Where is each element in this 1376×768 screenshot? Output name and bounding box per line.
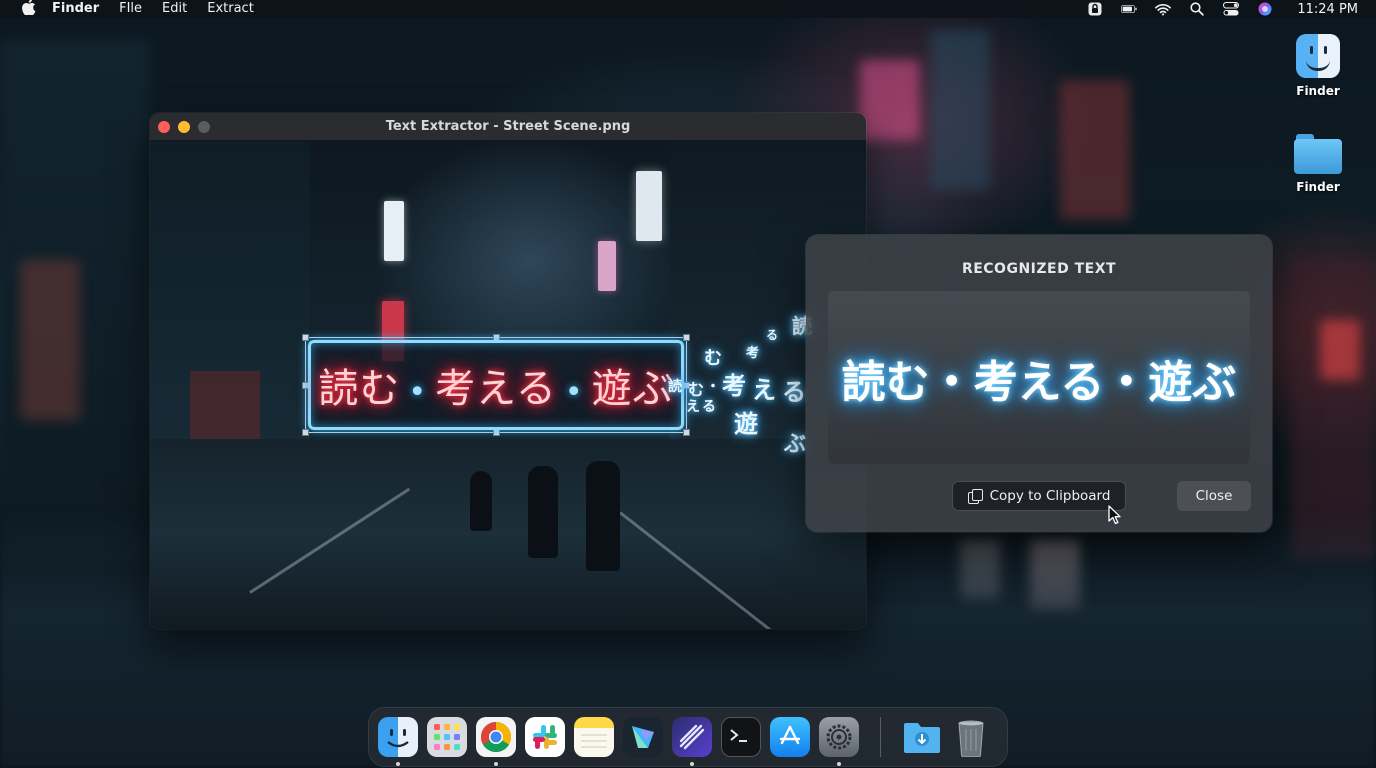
terminal-icon — [730, 729, 747, 742]
window-titlebar[interactable]: Text Extractor - Street Scene.png — [150, 113, 866, 141]
menu-extract[interactable]: Extract — [207, 0, 254, 18]
dock-app-finder[interactable] — [378, 717, 418, 766]
dock-downloads-folder[interactable] — [902, 717, 942, 757]
dock-separator — [880, 717, 881, 757]
dock-app-launchpad[interactable] — [427, 717, 467, 757]
trash-icon — [958, 720, 984, 757]
linear-icon — [679, 724, 705, 750]
street — [150, 439, 866, 629]
flying-glyph: む — [704, 348, 722, 369]
menu-bar: Finder FIle Edit Extract 11:24 PM — [0, 0, 1376, 18]
neon-sign-text: 読む • 考える • 遊ぶ — [318, 356, 673, 414]
flying-glyph: え — [686, 399, 700, 415]
dock-app-text-extractor[interactable] — [623, 717, 663, 757]
neon-separator: • — [408, 375, 428, 410]
spotlight-search-icon[interactable] — [1189, 2, 1205, 16]
folder-icon — [1294, 134, 1342, 174]
status-area: 11:24 PM — [1087, 2, 1362, 17]
running-indicator — [690, 762, 694, 766]
dock-trash[interactable] — [951, 717, 991, 757]
dock-app-system-settings[interactable] — [819, 717, 859, 766]
neon-word: 読む — [318, 366, 401, 412]
resize-handle[interactable] — [683, 334, 690, 341]
running-indicator — [837, 762, 841, 766]
apple-menu-icon[interactable] — [22, 0, 38, 19]
flying-glyph: 考 — [722, 372, 746, 400]
flying-glyph: る — [766, 328, 779, 342]
flying-glyph: 考 — [746, 346, 760, 361]
flying-glyph: 遊 — [734, 410, 758, 438]
window-controls — [158, 120, 210, 133]
flying-glyph: 読 — [668, 379, 682, 395]
resize-handle[interactable] — [302, 334, 309, 341]
resize-handle[interactable] — [493, 429, 500, 436]
panel-title: RECOGNIZED TEXT — [961, 261, 1117, 277]
recognized-text-area[interactable]: 読む・考える・遊ぶ — [828, 291, 1250, 464]
resize-handle[interactable] — [683, 429, 690, 436]
neon-separator: • — [564, 375, 584, 410]
neon-sign: 読む • 考える • 遊ぶ — [308, 340, 684, 430]
chrome-icon — [480, 722, 512, 753]
window-title: Text Extractor - Street Scene.png — [385, 119, 631, 134]
running-indicator — [396, 762, 400, 766]
control-center-icon[interactable] — [1223, 2, 1240, 16]
dock-app-terminal[interactable] — [721, 717, 761, 757]
dock-app-notes[interactable] — [574, 717, 614, 757]
copy-button-label: Copy to Clipboard — [989, 488, 1111, 504]
settings-icon — [826, 724, 852, 750]
text-extractor-icon — [632, 726, 654, 748]
screen-lock-icon[interactable] — [1087, 2, 1103, 16]
launchpad-icon — [434, 724, 460, 750]
recognized-text-panel: RECOGNIZED TEXT 読む・考える・遊ぶ Copy to Clipbo… — [806, 235, 1272, 532]
dock-app-app-store[interactable] — [770, 717, 810, 757]
wifi-icon[interactable] — [1155, 3, 1172, 15]
siri-icon[interactable] — [1257, 2, 1273, 16]
menu-file[interactable]: FIle — [119, 0, 142, 18]
close-button-label: Close — [1195, 488, 1233, 504]
finder-icon — [1296, 34, 1340, 78]
battery-icon[interactable] — [1121, 3, 1138, 15]
slack-icon — [533, 725, 557, 749]
dock — [369, 708, 1007, 766]
desktop-icon-label: Finder — [1296, 180, 1340, 194]
running-indicator — [494, 762, 498, 766]
recognized-text: 読む・考える・遊ぶ — [841, 356, 1237, 408]
flying-glyph: え — [752, 376, 776, 404]
zoom-window-button[interactable] — [198, 120, 210, 133]
flying-glyph: ぶ — [784, 432, 807, 457]
flying-glyph: る — [782, 378, 806, 406]
mouse-pointer-icon — [1108, 505, 1122, 525]
neon-word: 遊ぶ — [591, 366, 674, 412]
notes-icon — [581, 734, 607, 748]
close-panel-button[interactable]: Close — [1177, 481, 1251, 511]
menu-clock[interactable]: 11:24 PM — [1297, 2, 1358, 17]
desktop-icon-label: Finder — [1296, 84, 1340, 98]
neon-word: 考える — [435, 366, 557, 412]
desktop-finder-shortcut[interactable]: Finder — [1283, 34, 1353, 98]
desktop-folder[interactable]: Finder — [1283, 134, 1353, 194]
resize-handle[interactable] — [302, 429, 309, 436]
minimize-window-button[interactable] — [178, 120, 190, 133]
close-window-button[interactable] — [158, 120, 170, 133]
dock-app-linear[interactable] — [672, 717, 712, 766]
copy-to-clipboard-button[interactable]: Copy to Clipboard — [952, 481, 1126, 511]
menu-edit[interactable]: Edit — [162, 0, 187, 18]
dock-app-chrome[interactable] — [476, 717, 516, 766]
flying-glyph: ・ — [706, 379, 720, 395]
copy-icon — [967, 489, 983, 504]
flying-glyph: る — [702, 399, 716, 415]
finder-icon — [387, 729, 409, 748]
dock-app-slack[interactable] — [525, 717, 565, 757]
downloads-folder-icon — [904, 723, 940, 753]
app-store-icon — [779, 725, 801, 745]
app-name-menu[interactable]: Finder — [52, 0, 99, 18]
